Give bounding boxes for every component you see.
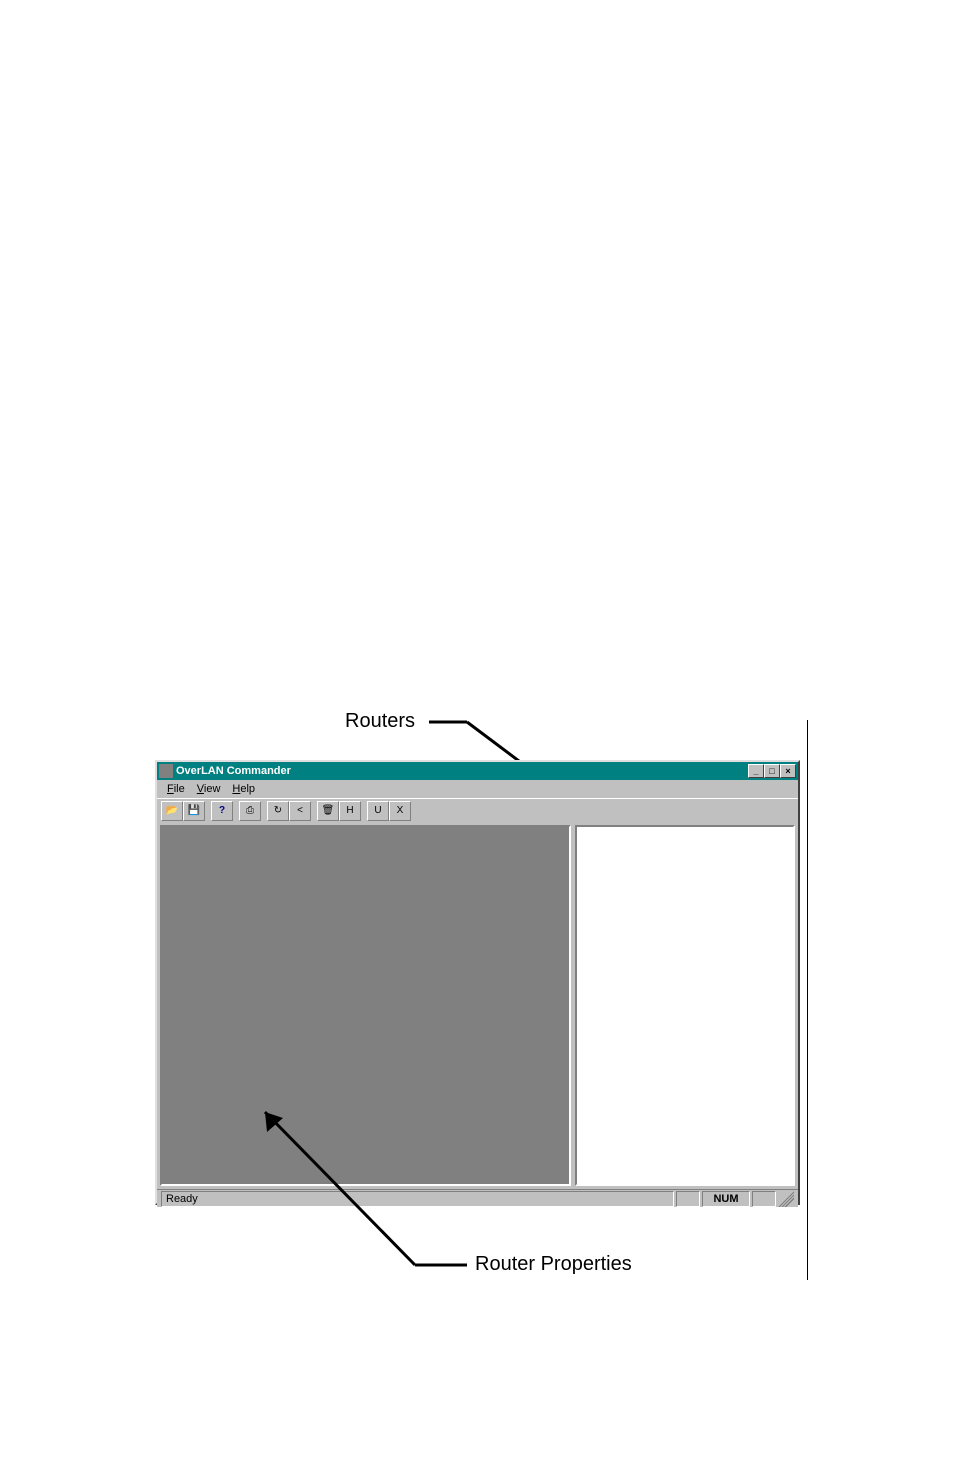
folder-icon: 📂 <box>166 805 178 816</box>
prop-icon: H <box>346 805 353 816</box>
page-divider <box>807 720 808 1280</box>
properties-button[interactable]: H <box>339 801 361 821</box>
refresh-button[interactable]: ↻ <box>267 801 289 821</box>
router-properties-panel[interactable] <box>160 825 571 1186</box>
back-button[interactable]: < <box>289 801 311 821</box>
app-icon <box>159 764 173 778</box>
disk-icon: 💾 <box>188 805 200 816</box>
status-pane-1 <box>676 1191 700 1207</box>
menu-help[interactable]: Help <box>226 783 261 795</box>
refresh-icon: ↻ <box>274 805 282 816</box>
back-icon: < <box>297 805 303 816</box>
numlock-indicator: NUM <box>702 1191 750 1207</box>
titlebar: OverLAN Commander _ □ × <box>157 762 798 780</box>
menubar: File View Help <box>157 780 798 798</box>
client-area <box>157 822 798 1189</box>
close-button[interactable]: × <box>780 764 796 778</box>
annotation-router-properties-label: Router Properties <box>475 1253 632 1276</box>
stop-button[interactable]: X <box>389 801 411 821</box>
application-window: OverLAN Commander _ □ × File View Help 📂… <box>155 760 800 1205</box>
maximize-button[interactable]: □ <box>764 764 780 778</box>
minimize-button[interactable]: _ <box>748 764 764 778</box>
status-pane-2 <box>752 1191 776 1207</box>
window-title: OverLAN Commander <box>176 765 748 777</box>
save-button[interactable]: 💾 <box>183 801 205 821</box>
stop-icon: X <box>397 805 404 816</box>
status-text: Ready <box>161 1191 674 1207</box>
toolbar: 📂 💾 ? ⎙ ↻ < 🗑 H U X <box>157 798 798 822</box>
delete-button[interactable]: 🗑 <box>317 801 339 821</box>
routers-panel[interactable] <box>575 825 795 1186</box>
resize-grip[interactable] <box>778 1191 794 1207</box>
question-icon: ? <box>219 805 225 816</box>
statusbar: Ready NUM <box>157 1189 798 1207</box>
up-icon: U <box>374 805 381 816</box>
up-button[interactable]: U <box>367 801 389 821</box>
menu-file[interactable]: File <box>161 783 191 795</box>
print-icon: ⎙ <box>246 805 254 816</box>
annotation-routers-label: Routers <box>345 710 415 733</box>
print-button[interactable]: ⎙ <box>239 801 261 821</box>
menu-view[interactable]: View <box>191 783 227 795</box>
trash-icon: 🗑 <box>322 805 335 816</box>
help-button[interactable]: ? <box>211 801 233 821</box>
open-button[interactable]: 📂 <box>161 801 183 821</box>
